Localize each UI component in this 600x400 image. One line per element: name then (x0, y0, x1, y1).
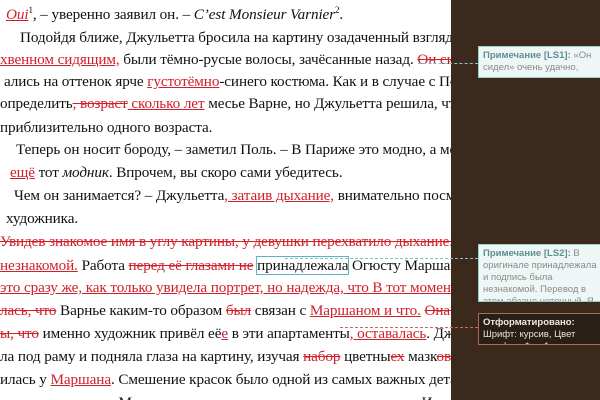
inserted-text: это сразу же, как только увидела портрет… (0, 279, 451, 296)
inserted-text: ещё (10, 164, 35, 181)
text-run: илась у (0, 371, 51, 388)
deleted-text: Увидев знакомое имя в углу картины, у де… (0, 233, 451, 250)
text-run: ались на оттенок ярче (4, 73, 148, 90)
text-run: модник (62, 164, 109, 181)
text-run: в эти апартаменты (228, 325, 350, 342)
deleted-text: ех (390, 348, 405, 365)
text-run: цветны (340, 348, 391, 365)
inserted-text: Маршана (50, 371, 112, 388)
document-line[interactable]: знала мазки кисть Маршана настолько же х… (0, 394, 451, 400)
comment-connector-ls2 (285, 258, 478, 259)
comment-header: Примечание [LS2]: (483, 248, 571, 259)
document-line[interactable]: ались на оттенок ярче густотёмно-синего … (4, 73, 451, 91)
inserted-text: е (221, 325, 228, 342)
text-run: внимательно посмотрела на (337, 187, 451, 204)
document-line[interactable]: приблизительно одного возраста. (0, 119, 212, 137)
deleted-text: , возраст (72, 95, 128, 112)
comment-connector-ls1 (418, 63, 478, 64)
text-run: Чем он занимается? – Джульетта (14, 187, 225, 204)
inserted-text: сколько лет (127, 95, 205, 112)
document-line[interactable]: определить, возраст сколько лет месье Ва… (0, 95, 451, 113)
inserted-text: Маршаном и что. (309, 302, 421, 319)
text-run: Огюсту Маршану. (352, 257, 451, 274)
formatting-connector (340, 327, 478, 328)
deleted-text: ов (436, 348, 451, 365)
comment-balloon-ls1[interactable]: Примечание [LS1]: «Он сидел» очень удачн… (478, 46, 600, 78)
deleted-text: лась, что (0, 302, 57, 319)
formatting-body: Шрифт: курсив, Цвет шрифта: Фон 1 (483, 329, 576, 344)
deleted-text: Он сидел. (417, 51, 451, 68)
inserted-text: кисть (80, 394, 115, 400)
document-text[interactable]: Oui1, – уверенно заявил он. – C’est Mons… (0, 0, 451, 400)
text-run: были тёмно-русые волосы, зачёсанные наза… (119, 51, 418, 68)
formatting-header: Отформатировано: (483, 317, 575, 328)
markup-margin (451, 0, 478, 400)
inserted-text: незнакомой. (0, 257, 78, 274)
document-line[interactable]: илась у Маршана. Смешение красок было од… (0, 371, 451, 389)
text-run: именно художник привёл её (38, 325, 222, 342)
text-run: . Впрочем, вы скоро сами убедитесь. (108, 164, 343, 181)
deleted-text: был (225, 302, 252, 319)
text-run: определить (0, 95, 73, 112)
document-page[interactable]: Oui1, – уверенно заявил он. – C’est Mons… (0, 0, 451, 400)
text-run: . (339, 6, 344, 24)
inserted-text: , затаив дыхание, (224, 187, 334, 204)
document-line[interactable]: Oui1, – уверенно заявил он. – C’est Mons… (6, 5, 343, 24)
text-run: тот (34, 164, 63, 181)
text-run: Маршана настолько же хорошо, как и его т… (115, 394, 452, 400)
text-run: Подойдя ближе, Джульетта бросила на карт… (20, 29, 451, 46)
deleted-text: ы, что (0, 325, 39, 342)
text-run: художника. (6, 210, 79, 227)
comment-balloon-ls2[interactable]: Примечание [LS2]: В оригинале принадлежа… (478, 244, 600, 302)
text-run: Варнье каким-то образом (56, 302, 226, 319)
inserted-text: густотёмно (147, 73, 220, 90)
deleted-text: Она не теряла (424, 302, 451, 319)
text-run: ла под раму и подняла глаза на картину, … (0, 348, 304, 365)
comment-anchor-text: принадлежала (256, 256, 350, 275)
text-run: связан с (251, 302, 310, 319)
document-line[interactable]: Подойдя ближе, Джульетта бросила на карт… (20, 29, 451, 47)
document-line[interactable]: это сразу же, как только увидела портрет… (0, 279, 451, 297)
text-run: Теперь он носит бороду, – заметил Поль. … (16, 141, 451, 158)
inserted-text: хвенном сидящим, (0, 51, 120, 68)
text-run: приблизительно одного возраста. (0, 119, 213, 136)
text-run: . Смешение красок было одной из самых ва… (110, 371, 451, 388)
inserted-text: Oui (6, 6, 29, 24)
document-line[interactable]: Увидев знакомое имя в углу картины, у де… (0, 233, 451, 251)
document-line[interactable]: Чем он занимается? – Джульетта, затаив д… (14, 187, 451, 205)
text-run: C’est Monsieur Varnier (193, 6, 336, 24)
deleted-text: набор (303, 348, 341, 365)
text-run: мазк (404, 348, 437, 365)
document-line[interactable]: художника. (6, 210, 78, 228)
comment-header: Примечание [LS1]: (483, 50, 571, 61)
markup-pane: Примечание [LS1]: «Он сидел» очень удачн… (451, 0, 600, 400)
document-line[interactable]: ещё тот модник. Впрочем, вы скоро сами у… (10, 164, 343, 182)
document-line[interactable]: Теперь он носит бороду, – заметил Поль. … (16, 141, 451, 159)
document-line[interactable]: хвенном сидящим, были тёмно-русые волосы… (0, 51, 451, 69)
text-run: знала (0, 394, 39, 400)
document-line[interactable]: незнакомой. Работа перед её глазами не п… (0, 256, 451, 275)
document-line[interactable]: лась, что Варнье каким-то образом был св… (0, 302, 451, 320)
document-line[interactable]: ла под раму и подняла глаза на картину, … (0, 348, 451, 366)
formatting-balloon[interactable]: Отформатировано: Шрифт: курсив, Цвет шри… (478, 313, 600, 345)
text-run: , – уверенно заявил он. – (32, 6, 194, 24)
text-run: Работа (77, 257, 129, 274)
text-run: месье Варне, но Джульетта решила, что он… (208, 95, 451, 112)
deleted-text: перед её глазами не (128, 257, 254, 274)
deleted-text: мазки (39, 394, 76, 400)
text-run: -синего костюма. Как и в случае с Полем,… (219, 73, 451, 90)
